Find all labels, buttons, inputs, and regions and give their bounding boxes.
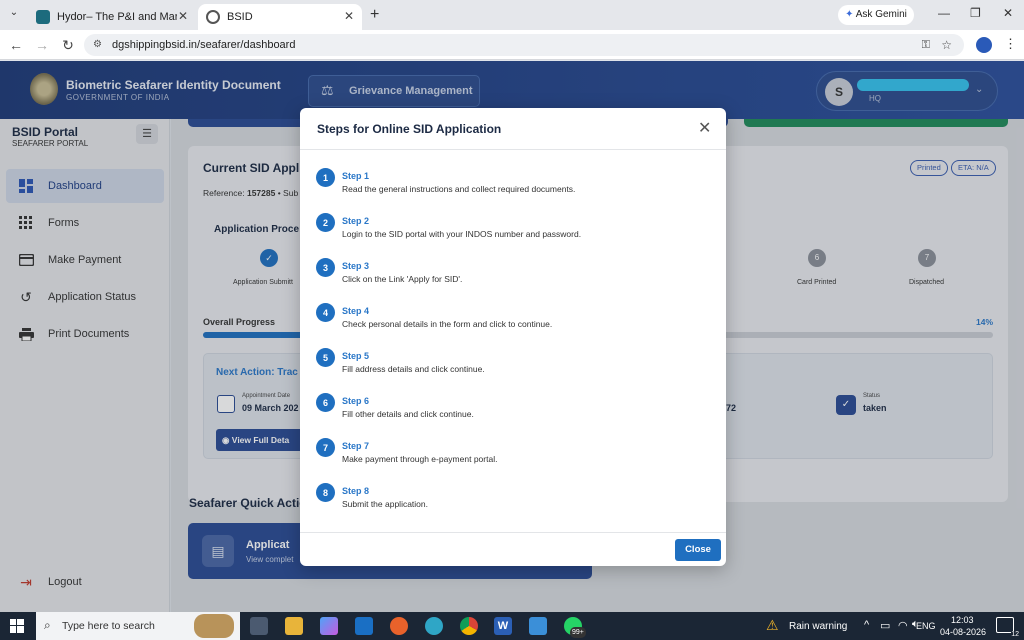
firefox-icon[interactable] — [390, 617, 408, 635]
ask-gemini-button[interactable]: ✦ Ask Gemini — [838, 5, 914, 25]
modal-footer-divider — [300, 532, 726, 533]
step-item: 2 Step 2 Login to the SID portal with yo… — [316, 213, 716, 249]
edge-icon[interactable] — [425, 617, 443, 635]
close-icon[interactable]: ✕ — [698, 118, 711, 138]
windows-taskbar: ⌕ Type here to search W 99+ ⚠ Rain warni… — [0, 612, 1024, 640]
back-arrow-icon[interactable]: ← — [8, 37, 24, 53]
bookmark-star-icon[interactable]: ☆ — [941, 34, 952, 56]
profile-avatar-icon[interactable] — [976, 37, 992, 53]
step-title: Step 5 — [342, 351, 370, 361]
task-view-icon[interactable] — [250, 617, 268, 635]
step-title: Step 3 — [342, 261, 370, 271]
whatsapp-badge-count: 99+ — [572, 629, 584, 636]
step-item: 8 Step 8 Submit the application. — [316, 483, 716, 519]
close-window-icon[interactable]: ✕ — [1003, 6, 1013, 20]
file-explorer-icon[interactable] — [285, 617, 303, 635]
outlook-icon[interactable] — [355, 617, 373, 635]
search-icon: ⌕ — [44, 618, 51, 632]
new-tab-button[interactable]: + — [370, 6, 379, 24]
step-number: 2 — [316, 213, 335, 232]
language-indicator[interactable]: ENG — [916, 621, 936, 631]
tab-hydor[interactable]: Hydor– The P&I and Marine Lia ✕ — [28, 4, 196, 30]
owl-doodle-icon — [194, 614, 234, 638]
browser-tab-bar: ⌄ Hydor– The P&I and Marine Lia ✕ BSID ✕… — [0, 0, 1024, 30]
restore-icon[interactable]: ❐ — [970, 6, 981, 20]
step-description: Submit the application. — [342, 499, 428, 509]
step-number: 5 — [316, 348, 335, 367]
address-bar-row: ← → ↻ ⚙ dgshippingbsid.in/seafarer/dashb… — [0, 30, 1024, 60]
close-button[interactable]: Close — [675, 539, 721, 561]
hydor-favicon-icon — [36, 10, 50, 24]
globe-favicon-icon — [206, 10, 220, 24]
copilot-icon[interactable] — [320, 617, 338, 635]
step-number: 8 — [316, 483, 335, 502]
close-button-label: Close — [685, 544, 711, 555]
notifications-icon[interactable]: 12 — [996, 617, 1019, 638]
tab-title: BSID — [227, 11, 253, 23]
step-item: 7 Step 7 Make payment through e-payment … — [316, 438, 716, 474]
password-key-icon[interactable]: ⚿ — [922, 34, 930, 56]
step-title: Step 4 — [342, 306, 370, 316]
clock-date[interactable]: 04-08-2026 — [940, 627, 986, 637]
step-description: Read the general instructions and collec… — [342, 184, 576, 194]
photos-icon[interactable] — [529, 617, 547, 635]
tab-bsid[interactable]: BSID ✕ — [198, 4, 362, 30]
word-icon[interactable]: W — [494, 617, 512, 635]
step-number: 3 — [316, 258, 335, 277]
gemini-icon: ✦ — [845, 9, 854, 20]
step-title: Step 8 — [342, 486, 370, 496]
step-description: Check personal details in the form and c… — [342, 319, 553, 329]
modal-header: Steps for Online SID Application ✕ — [300, 108, 726, 150]
step-title: Step 1 — [342, 171, 370, 181]
browser-menu-icon[interactable]: ⋮ — [1004, 36, 1017, 52]
close-tab-icon[interactable]: ✕ — [344, 9, 354, 23]
step-number: 4 — [316, 303, 335, 322]
minimize-icon[interactable]: — — [938, 6, 950, 20]
wifi-icon[interactable]: ◠ — [898, 619, 908, 632]
step-item: 1 Step 1 Read the general instructions a… — [316, 168, 716, 204]
step-number: 1 — [316, 168, 335, 187]
close-tab-icon[interactable]: ✕ — [178, 9, 188, 23]
search-placeholder: Type here to search — [62, 620, 155, 632]
step-description: Fill other details and click continue. — [342, 409, 474, 419]
chrome-icon[interactable] — [460, 617, 478, 635]
whatsapp-badge: 99+ — [570, 627, 586, 638]
tray-chevron-up-icon[interactable]: ^ — [864, 619, 869, 631]
windows-start-icon[interactable] — [10, 619, 24, 633]
weather-warning-icon[interactable]: ⚠ — [766, 617, 779, 634]
step-description: Click on the Link 'Apply for SID'. — [342, 274, 463, 284]
url-text: dgshippingbsid.in/seafarer/dashboard — [112, 39, 296, 51]
site-settings-icon[interactable]: ⚙ — [93, 34, 102, 56]
step-description: Login to the SID portal with your INDOS … — [342, 229, 582, 239]
step-description: Make payment through e-payment portal. — [342, 454, 498, 464]
network-icon[interactable]: ▭ — [880, 619, 890, 632]
weather-label[interactable]: Rain warning — [789, 621, 847, 632]
step-number: 7 — [316, 438, 335, 457]
reload-icon[interactable]: ↻ — [60, 37, 76, 54]
url-field[interactable]: ⚙ dgshippingbsid.in/seafarer/dashboard ⚿… — [84, 34, 964, 56]
steps-modal: Steps for Online SID Application ✕ 1 Ste… — [300, 108, 726, 566]
ask-gemini-label: Ask Gemini — [855, 9, 907, 20]
clock-time[interactable]: 12:03 — [951, 615, 974, 625]
step-number: 6 — [316, 393, 335, 412]
tab-title: Hydor– The P&I and Marine Lia — [57, 11, 177, 23]
notification-count: 12 — [1011, 631, 1019, 638]
step-description: Fill address details and click continue. — [342, 364, 485, 374]
step-item: 6 Step 6 Fill other details and click co… — [316, 393, 716, 429]
step-item: 4 Step 4 Check personal details in the f… — [316, 303, 716, 339]
step-title: Step 6 — [342, 396, 370, 406]
step-title: Step 2 — [342, 216, 370, 226]
forward-arrow-icon[interactable]: → — [34, 37, 50, 53]
taskbar-search-input[interactable]: ⌕ Type here to search — [36, 612, 240, 640]
modal-title: Steps for Online SID Application — [317, 122, 502, 136]
step-item: 3 Step 3 Click on the Link 'Apply for SI… — [316, 258, 716, 294]
step-item: 5 Step 5 Fill address details and click … — [316, 348, 716, 384]
step-title: Step 7 — [342, 441, 370, 451]
tab-list-button[interactable]: ⌄ — [6, 7, 22, 23]
